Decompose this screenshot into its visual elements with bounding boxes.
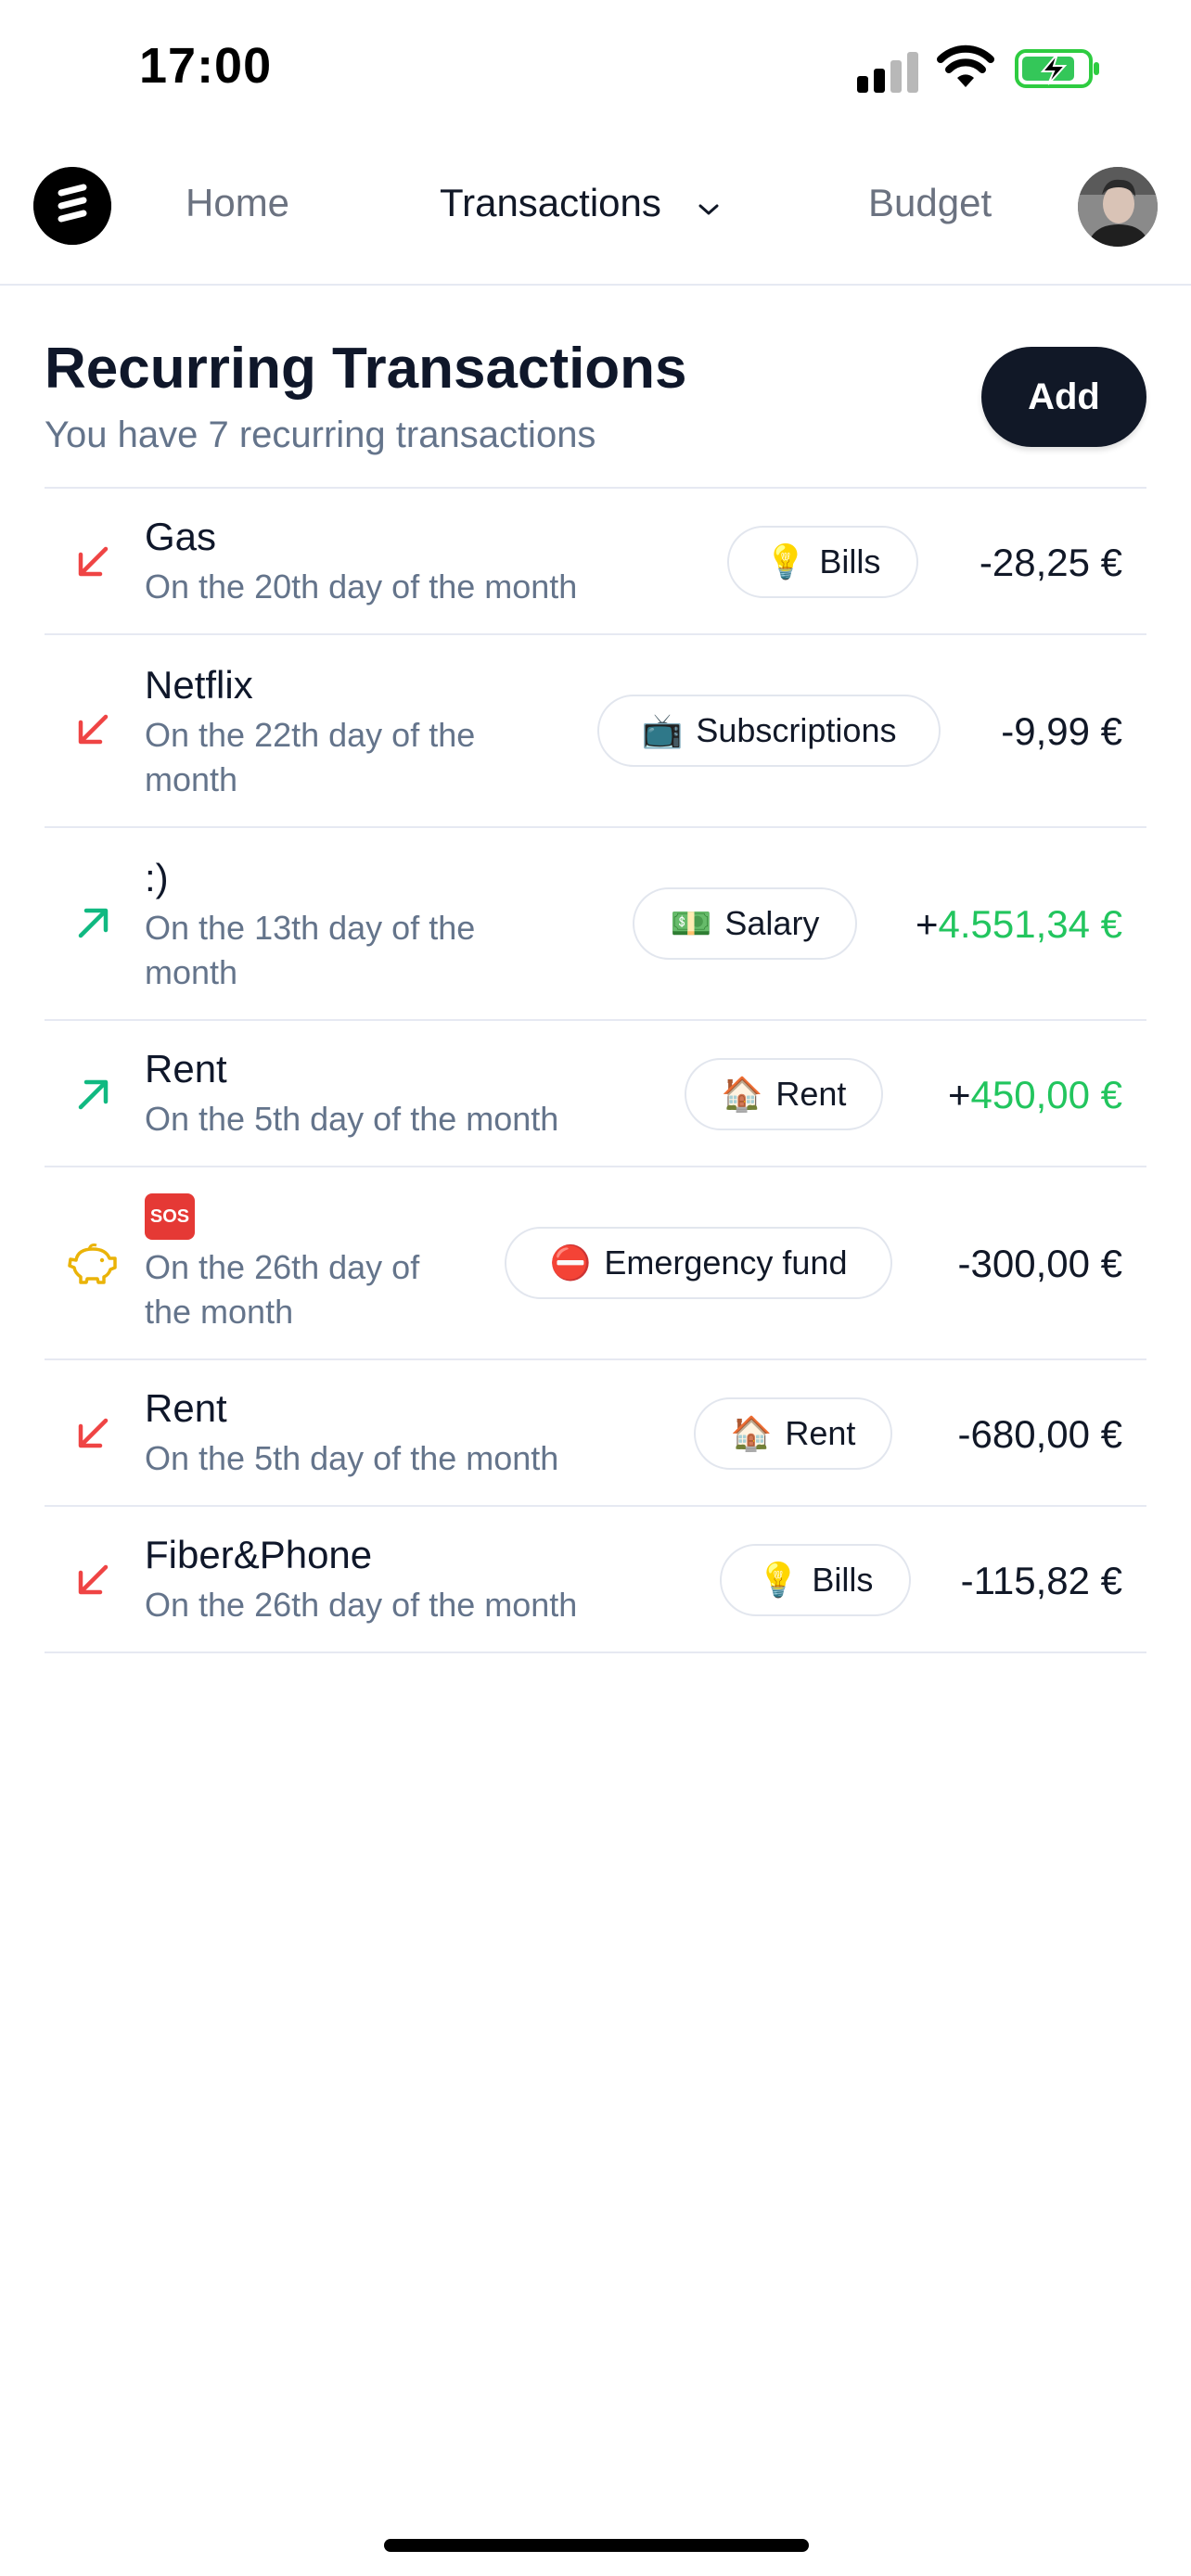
nav-budget-link[interactable]: Budget [868, 181, 992, 225]
arrow-down-left-icon [78, 546, 109, 577]
list-item[interactable]: Rent On the 5th day of the month 🏠 Rent … [45, 1021, 1146, 1167]
user-avatar[interactable] [1078, 167, 1158, 247]
arrow-up-right-icon [78, 1079, 109, 1110]
chevron-down-icon[interactable] [698, 202, 720, 217]
piggy-bank-icon [68, 1243, 117, 1284]
house-icon: 🏠 [721, 1076, 763, 1114]
add-button[interactable]: Add [981, 347, 1146, 447]
nav-home-link[interactable]: Home [186, 181, 289, 225]
arrow-down-left-icon [78, 1564, 109, 1595]
category-label: Bills [819, 542, 881, 580]
amount-value: 4.551,34 € [938, 902, 1122, 946]
transaction-amount: -28,25 € [979, 541, 1122, 584]
category-chip[interactable]: 🏠 Rent [685, 1058, 883, 1130]
arrow-down-left-icon [78, 1418, 109, 1448]
amount-value: 450,00 € [970, 1073, 1123, 1116]
list-item[interactable]: SOS On the 26th day of the month ⛔ Emerg… [45, 1167, 1146, 1360]
transaction-name: Rent [145, 1386, 227, 1430]
transaction-schedule: On the 13th day of the month [145, 909, 476, 991]
transaction-schedule: On the 20th day of the month [145, 567, 578, 606]
category-label: Subscriptions [696, 711, 897, 749]
transaction-name: Fiber&Phone [145, 1533, 373, 1576]
nav-transactions-link[interactable]: Transactions [440, 181, 661, 225]
app-logo-icon[interactable] [33, 167, 111, 245]
status-time: 17:00 [139, 38, 273, 94]
lightbulb-icon: 💡 [764, 543, 807, 581]
transaction-name: Rent [145, 1047, 227, 1090]
transaction-amount: -115,82 € [960, 1559, 1122, 1602]
page-subtitle: You have 7 recurring transactions [45, 414, 596, 455]
house-icon: 🏠 [730, 1415, 773, 1453]
sos-icon: SOS [145, 1193, 195, 1240]
television-icon: 📺 [641, 712, 684, 750]
money-icon: 💵 [670, 905, 712, 943]
cellular-signal-icon [857, 50, 920, 93]
transaction-name: Netflix [145, 663, 253, 707]
lightbulb-icon: 💡 [757, 1562, 800, 1600]
transaction-schedule: On the 5th day of the month [145, 1100, 559, 1138]
no-entry-icon: ⛔ [549, 1244, 592, 1282]
category-chip[interactable]: 🏠 Rent [694, 1397, 892, 1470]
category-chip[interactable]: 💡 Bills [720, 1544, 911, 1616]
transaction-amount: -9,99 € [1001, 709, 1122, 753]
page-title: Recurring Transactions [45, 337, 687, 401]
avatar-portrait-icon [1078, 167, 1158, 247]
status-bar: 17:00 [0, 0, 1191, 139]
transaction-amount: +4.551,34 € [916, 902, 1122, 947]
transaction-name: Gas [145, 515, 217, 558]
battery-charging-icon [1015, 49, 1099, 88]
category-label: Salary [724, 904, 820, 942]
wifi-icon [937, 45, 994, 87]
category-chip[interactable]: 💡 Bills [727, 526, 918, 598]
transaction-schedule: On the 22th day of the month [145, 716, 476, 798]
arrow-up-right-icon [78, 908, 109, 938]
transaction-schedule: On the 5th day of the month [145, 1439, 559, 1477]
list-item[interactable]: Netflix On the 22th day of the month 📺 S… [45, 635, 1146, 828]
list-item[interactable]: Fiber&Phone On the 26th day of the month… [45, 1507, 1146, 1653]
transaction-schedule: On the 26th day of the month [145, 1586, 578, 1624]
category-label: Rent [785, 1414, 856, 1452]
transaction-schedule: On the 26th day of the month [145, 1248, 420, 1331]
arrow-down-left-icon [78, 714, 109, 745]
transaction-amount: -300,00 € [957, 1242, 1122, 1285]
recurring-transactions-list: Gas On the 20th day of the month 💡 Bills… [45, 487, 1146, 1653]
category-chip[interactable]: 💵 Salary [633, 887, 857, 960]
category-label: Bills [812, 1561, 874, 1599]
category-chip[interactable]: 📺 Subscriptions [597, 695, 941, 767]
list-item[interactable]: Rent On the 5th day of the month 🏠 Rent … [45, 1360, 1146, 1507]
top-navigation: Home Transactions Budget [0, 139, 1191, 286]
transaction-amount: +450,00 € [948, 1073, 1122, 1117]
home-indicator[interactable] [384, 2539, 809, 2552]
list-item[interactable]: Gas On the 20th day of the month 💡 Bills… [45, 489, 1146, 635]
transaction-amount: -680,00 € [957, 1412, 1122, 1456]
amount-sign: + [915, 902, 939, 946]
category-chip[interactable]: ⛔ Emergency fund [505, 1227, 892, 1299]
transaction-name: :) [145, 856, 169, 899]
category-label: Rent [775, 1075, 847, 1113]
category-label: Emergency fund [604, 1243, 848, 1282]
amount-sign: + [947, 1073, 971, 1116]
list-item[interactable]: :) On the 13th day of the month 💵 Salary… [45, 828, 1146, 1021]
